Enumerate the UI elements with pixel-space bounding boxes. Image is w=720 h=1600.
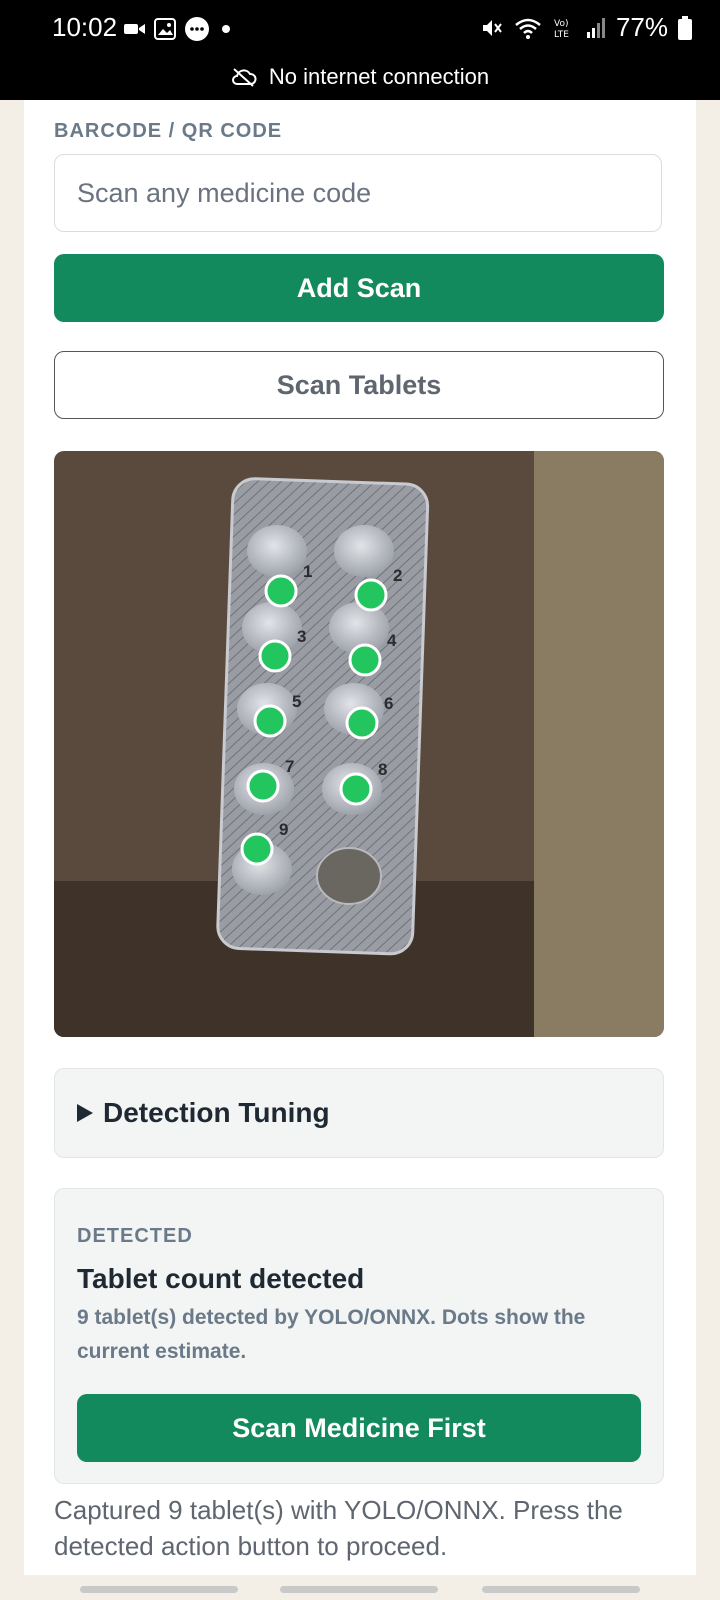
- volte-icon: Vo) LTE: [552, 16, 576, 40]
- battery-percent: 77%: [615, 12, 668, 42]
- capture-status-text: Captured 9 tablet(s) with YOLO/ONNX. Pre…: [54, 1495, 623, 1561]
- network-message: No internet connection: [268, 64, 490, 89]
- detection-dot: [240, 832, 274, 866]
- svg-text:LTE: LTE: [554, 30, 569, 40]
- camera-photo: 1 2 3 4 5 6 7 8 9: [54, 451, 664, 1037]
- scan-medicine-first-button[interactable]: Scan Medicine First: [77, 1394, 641, 1462]
- detection-dot: [339, 772, 373, 806]
- gallery-icon: [154, 18, 176, 40]
- result-title: Tablet count detected: [77, 1263, 365, 1294]
- detection-result-panel: DETECTED Tablet count detected 9 tablet(…: [54, 1188, 664, 1484]
- battery-icon: [678, 15, 692, 40]
- nav-recent-button[interactable]: [80, 1586, 238, 1593]
- dot-icon: [218, 21, 234, 37]
- result-label: DETECTED: [77, 1225, 193, 1247]
- wifi-icon: [514, 16, 542, 40]
- detection-number-label: 9: [279, 820, 288, 839]
- detection-dot: [354, 578, 388, 612]
- detection-dot: [348, 643, 382, 677]
- detection-dot: [264, 574, 298, 608]
- detection-number-label: 6: [384, 694, 393, 713]
- detection-dot: [246, 769, 280, 803]
- status-bar: 10:02 Vo) LTE 77% No internet connection: [0, 0, 720, 100]
- barcode-input[interactable]: Scan any medicine code: [54, 154, 662, 232]
- scan-tablets-button[interactable]: Scan Tablets: [54, 351, 664, 419]
- empty-blister: [316, 847, 382, 905]
- scan-card: BARCODE / QR CODE Scan any medicine code…: [24, 100, 696, 1575]
- barcode-input-placeholder: Scan any medicine code: [77, 177, 372, 208]
- svg-text:Vo): Vo): [554, 19, 568, 29]
- fabric-right: [534, 451, 664, 1037]
- add-scan-button[interactable]: Add Scan: [54, 254, 664, 322]
- detection-number-label: 8: [378, 760, 387, 779]
- detection-dot: [345, 706, 379, 740]
- detection-number-label: 1: [303, 562, 312, 581]
- detection-dot: [253, 704, 287, 738]
- detection-number-label: 7: [285, 757, 294, 776]
- detection-tuning-label: Detection Tuning: [103, 1097, 330, 1128]
- detection-tuning-toggle[interactable]: Detection Tuning: [54, 1068, 664, 1158]
- nav-home-button[interactable]: [280, 1586, 438, 1593]
- network-banner: No internet connection: [0, 64, 720, 90]
- detection-number-label: 3: [297, 627, 306, 646]
- status-right: Vo) LTE 77%: [480, 12, 692, 43]
- mute-icon: [480, 16, 504, 40]
- detection-dot: [258, 639, 292, 673]
- detection-number-label: 2: [393, 566, 402, 585]
- navigation-bar: [0, 1575, 720, 1600]
- expand-triangle-icon: [77, 1104, 93, 1122]
- chat-icon: [184, 16, 210, 42]
- video-call-icon: [124, 21, 146, 37]
- nav-back-button[interactable]: [482, 1586, 640, 1593]
- barcode-label: BARCODE / QR CODE: [54, 120, 283, 142]
- cloud-off-icon: [231, 67, 257, 87]
- notification-icons: [124, 16, 234, 42]
- signal-icon: [586, 17, 606, 39]
- detection-number-label: 5: [292, 692, 301, 711]
- status-time: 10:02: [52, 12, 118, 42]
- result-description: 9 tablet(s) detected by YOLO/ONNX. Dots …: [77, 1306, 586, 1363]
- detection-number-label: 4: [387, 631, 397, 650]
